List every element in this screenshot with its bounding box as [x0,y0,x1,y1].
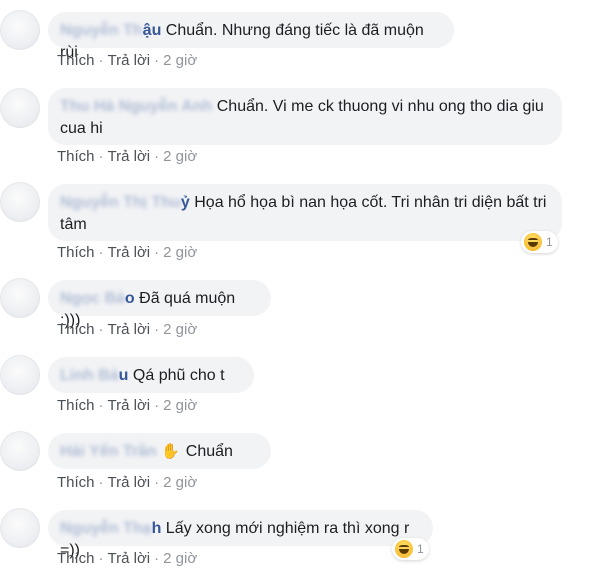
author-name-blurred[interactable]: Nguyễn Thị Thu [60,194,181,211]
comment-actions: Thích · Trả lời · 2 giờ [57,52,197,69]
separator: · [98,321,104,338]
avatar[interactable] [0,88,40,128]
waving-hand-icon: ✋ [161,443,180,460]
separator: · [154,52,160,69]
avatar[interactable] [0,278,40,318]
author-name[interactable]: o [125,290,135,307]
separator: · [98,148,104,165]
separator: · [154,148,160,165]
comment-bubble: Ngọc Bảo Đã quá muộn :))) [48,280,271,329]
author-name[interactable]: ậu [143,22,162,39]
like-link[interactable]: Thích [57,397,95,414]
reaction-count: 1 [546,235,553,249]
comment-text: Qá phũ cho t [132,367,225,384]
reply-link[interactable]: Trả lời [108,550,151,567]
like-link[interactable]: Thích [57,321,95,338]
author-name[interactable]: ỷ [181,194,190,211]
reply-link[interactable]: Trả lời [108,474,151,491]
reaction-badge[interactable]: 1 [392,538,429,560]
comment-bubble: Nguyễn Thạh Lấy xong mới nghiệm ra thì x… [48,510,433,559]
avatar[interactable] [0,182,40,222]
avatar[interactable] [0,355,40,395]
timestamp[interactable]: 2 giờ [163,244,197,261]
comment-text: Chuẩn [185,443,233,460]
avatar[interactable] [0,431,40,471]
comment-actions: Thích · Trả lời · 2 giờ [57,550,197,567]
reply-link[interactable]: Trả lời [108,244,151,261]
comment-bubble: Nguyễn Thậu Chuẩn. Nhưng đáng tiếc là đã… [48,12,454,61]
comment-actions: Thích · Trả lời · 2 giờ [57,474,197,491]
separator: · [98,244,104,261]
author-name-blurred[interactable]: Linh Bả [60,367,119,384]
timestamp[interactable]: 2 giờ [163,397,197,414]
reply-link[interactable]: Trả lời [108,52,151,69]
like-link[interactable]: Thích [57,474,95,491]
separator: · [154,550,160,567]
author-name-blurred[interactable]: Nguyễn Th [60,22,143,39]
separator: · [154,321,160,338]
like-link[interactable]: Thích [57,550,95,567]
reaction-badge[interactable]: 1 [521,231,558,253]
comment-actions: Thích · Trả lời · 2 giờ [57,244,197,261]
comment-bubble: Thu Hà Nguyễn Anh Chuẩn. Vi me ck thuong… [48,88,562,145]
separator: · [98,52,104,69]
reaction-count: 1 [417,542,424,556]
author-name-blurred[interactable]: Nguyễn Thạ [60,520,152,537]
reply-link[interactable]: Trả lời [108,148,151,165]
timestamp[interactable]: 2 giờ [163,550,197,567]
separator: · [154,244,160,261]
like-link[interactable]: Thích [57,52,95,69]
comment-actions: Thích · Trả lời · 2 giờ [57,397,197,414]
timestamp[interactable]: 2 giờ [163,52,197,69]
comment-bubble: Linh Bảu Qá phũ cho t [48,357,254,393]
comment-actions: Thích · Trả lời · 2 giờ [57,321,197,338]
author-name-blurred[interactable]: Ngọc Bả [60,290,125,307]
separator: · [98,474,104,491]
timestamp[interactable]: 2 giờ [163,321,197,338]
avatar[interactable] [0,508,40,548]
author-name-blurred[interactable]: Hải Yến Trần [60,443,157,460]
timestamp[interactable]: 2 giờ [163,474,197,491]
author-name[interactable]: u [119,367,129,384]
like-link[interactable]: Thích [57,148,95,165]
reply-link[interactable]: Trả lời [108,321,151,338]
author-name[interactable]: h [152,520,162,537]
separator: · [98,550,104,567]
haha-icon [395,540,413,558]
separator: · [154,397,160,414]
author-name-blurred[interactable]: Thu Hà Nguyễn Anh [60,98,212,115]
separator: · [154,474,160,491]
timestamp[interactable]: 2 giờ [163,148,197,165]
like-link[interactable]: Thích [57,244,95,261]
comment-bubble: Hải Yến Trần ✋ Chuẩn [48,433,271,469]
avatar[interactable] [0,10,40,50]
haha-icon [524,233,542,251]
reply-link[interactable]: Trả lời [108,397,151,414]
comment-bubble: Nguyễn Thị Thuỷ Họa hổ họa bì nan họa cố… [48,184,562,241]
separator: · [98,397,104,414]
comment-actions: Thích · Trả lời · 2 giờ [57,148,197,165]
